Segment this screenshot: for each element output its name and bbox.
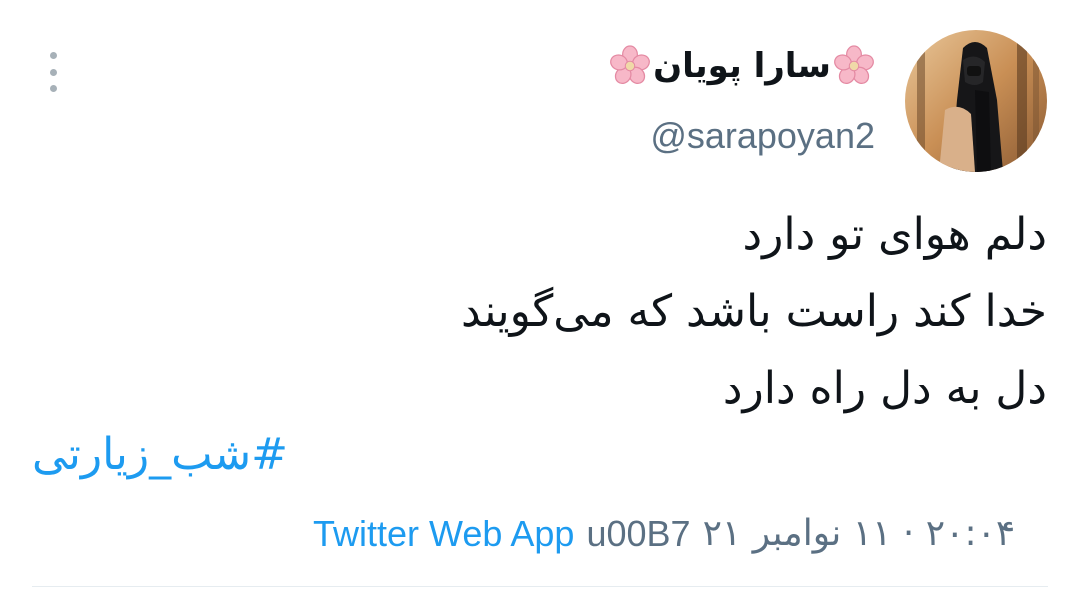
tweet-text: دلم هوای تو دارد خدا کند راست باشد که می… bbox=[147, 196, 1047, 427]
avatar[interactable] bbox=[905, 30, 1047, 172]
hashtag-link[interactable]: #شب_زیارتی bbox=[32, 425, 288, 485]
menu-dot bbox=[49, 52, 57, 59]
tweet-card: سارا پویان @sarapoyan2 دلم هوای تو دارد … bbox=[0, 0, 1080, 591]
author-name-text: سارا پویان bbox=[653, 46, 831, 86]
cherry-blossom-icon bbox=[610, 45, 651, 85]
menu-dot bbox=[49, 68, 57, 76]
author-handle[interactable]: @sarapoyan2 bbox=[609, 114, 875, 158]
more-options-icon[interactable] bbox=[38, 52, 68, 92]
cherry-blossom-icon bbox=[834, 45, 874, 85]
divider bbox=[32, 586, 1048, 587]
author-display-name[interactable]: سارا پویان bbox=[609, 36, 875, 96]
avatar-image bbox=[905, 30, 1047, 172]
timestamp[interactable]: ۲۰:۰۴ · ۱۱ نوامبر ۲۱ bbox=[703, 508, 1016, 560]
source-link[interactable]: Twitter Web App bbox=[313, 508, 574, 560]
tweet-meta: Twitter Web App u00B7 ۲۰:۰۴ · ۱۱ نوامبر … bbox=[313, 508, 1053, 560]
author-block[interactable]: سارا پویان @sarapoyan2 bbox=[609, 36, 875, 158]
tweet-line: خدا کند راست باشد که می‌گویند bbox=[460, 286, 1047, 337]
tweet-line: دلم هوای تو دارد bbox=[742, 209, 1047, 260]
meta-separator: u00B7 bbox=[586, 513, 691, 554]
tweet-line: دل به دل راه دارد bbox=[722, 363, 1047, 414]
menu-dot bbox=[49, 85, 57, 92]
